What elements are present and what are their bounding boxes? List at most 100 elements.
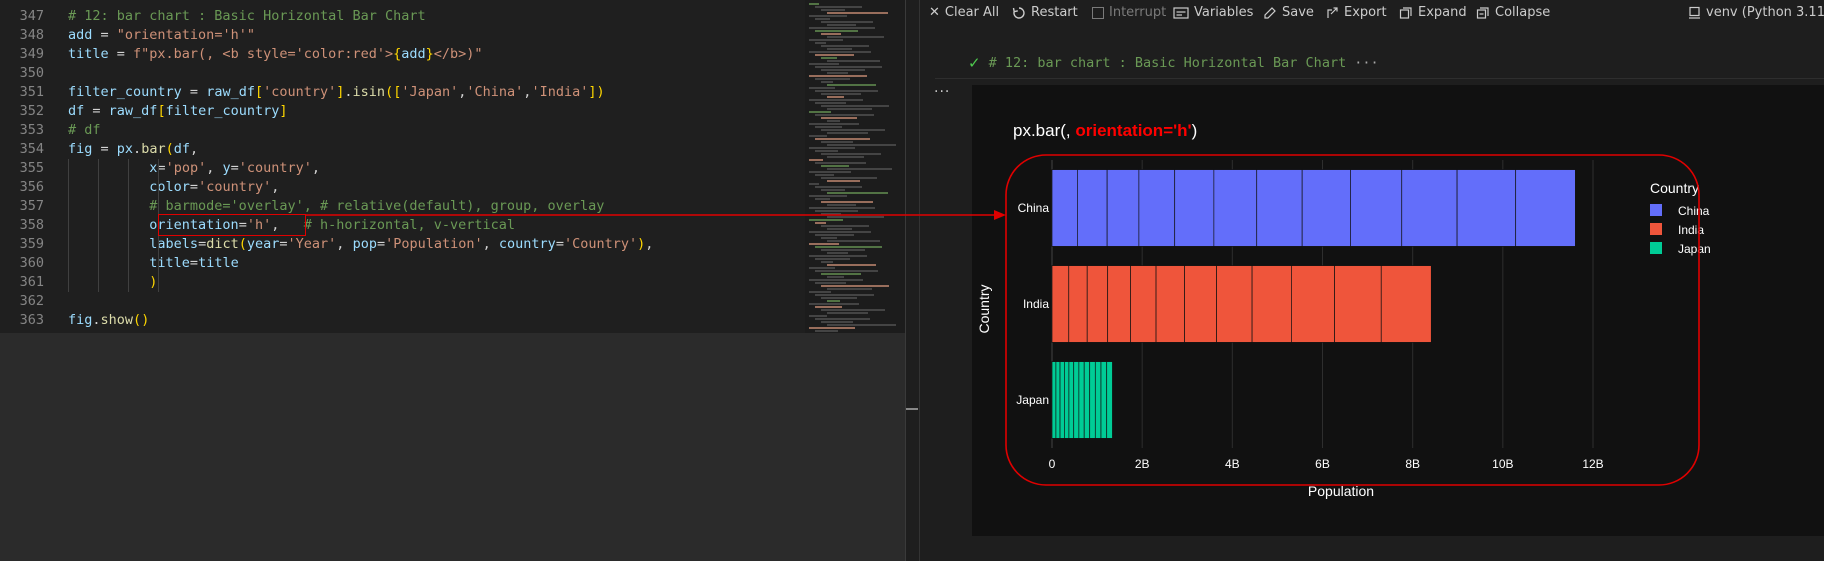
code-text: labels=dict(year='Year', pop='Population… (149, 236, 654, 252)
code-line[interactable]: 357 # barmode='overlay', # relative(defa… (0, 197, 800, 216)
line-number: 355 (19, 160, 44, 176)
code-line[interactable]: 354 fig = px.bar(df, (0, 140, 800, 159)
minimap-line (815, 330, 838, 332)
code-line[interactable]: 361 ) (0, 273, 800, 292)
bar-segment (1456, 169, 1517, 247)
restart-icon (1012, 6, 1025, 19)
collapse-button[interactable]: Collapse (1476, 5, 1550, 20)
minimap-line (815, 246, 882, 248)
code-line[interactable]: 348 add = "orientation='h'" (0, 26, 800, 45)
code-line[interactable]: 352 df = raw_df[filter_country] (0, 102, 800, 121)
minimap-line (809, 183, 819, 185)
minimap-line (827, 84, 876, 86)
chart-title-bold: orientation='h' (1075, 121, 1191, 140)
minimap-line (815, 54, 854, 56)
code-text: ) (149, 274, 158, 290)
minimap-line (821, 141, 853, 143)
minimap-line (821, 69, 865, 71)
minimap-line (815, 6, 862, 8)
plot-output[interactable]: px.bar(, orientation='h') 0 2B 4B 6B 8B 10B 12… (972, 85, 1824, 536)
indent-guide (98, 159, 99, 292)
minimap-line (815, 294, 874, 296)
chart-title-suffix: ) (1192, 121, 1198, 140)
restart-button[interactable]: Restart (1012, 5, 1078, 20)
minimap-line (821, 21, 873, 23)
minimap-line (827, 24, 856, 26)
line-number: 361 (19, 274, 44, 290)
highlight-box-orientation (158, 214, 306, 236)
code-line[interactable]: 347 # 12: bar chart : Basic Horizontal Ba… (0, 7, 800, 26)
minimap-line (809, 63, 839, 65)
minimap-line (821, 273, 861, 275)
code-line[interactable]: 363 fig.show() (0, 311, 800, 330)
minimap-line (815, 42, 826, 44)
expand-button[interactable]: Expand (1399, 5, 1467, 20)
minimap[interactable] (805, 0, 905, 333)
minimap-line (827, 204, 856, 206)
bar-segment (1100, 361, 1108, 439)
code-text: fig.show() (68, 312, 150, 328)
minimap-line (827, 228, 852, 230)
code-line[interactable]: 356 color='country', (0, 178, 800, 197)
legend-item-label[interactable]: Japan (1678, 242, 1711, 256)
kernel-label: venv (Python 3.11.1 (1706, 5, 1824, 20)
legend-item-label[interactable]: India (1678, 223, 1704, 237)
bar-segment (1055, 361, 1061, 439)
minimap-line (821, 9, 845, 11)
x-tick-label: 10B (1492, 457, 1513, 471)
line-number: 363 (19, 312, 44, 328)
minimap-line (809, 195, 847, 197)
save-button[interactable]: Save (1263, 5, 1314, 20)
y-axis-label: Country (976, 284, 992, 333)
more-icon[interactable]: ··· (1354, 55, 1378, 71)
minimap-line (815, 18, 830, 20)
legend-swatch (1650, 242, 1662, 254)
variables-label: Variables (1194, 5, 1254, 20)
variables-button[interactable]: Variables (1173, 5, 1253, 20)
minimap-line (827, 312, 868, 314)
code-text: title = f"px.bar(, <b style='color:red'>… (68, 46, 483, 62)
minimap-line (821, 321, 853, 323)
minimap-line (809, 207, 875, 209)
minimap-line (809, 327, 855, 329)
interrupt-button[interactable]: Interrupt (1092, 5, 1166, 20)
code-line[interactable]: 360 title=title (0, 254, 800, 273)
editor-empty-area (0, 333, 905, 561)
kernel-picker[interactable]: venv (Python 3.11.1 (1688, 5, 1824, 20)
legend[interactable]: Country China India Japan (1650, 180, 1711, 256)
minimap-line (815, 30, 858, 32)
y-tick-label: China (1018, 201, 1050, 215)
minimap-line (809, 315, 827, 317)
code-line[interactable]: 358 orientation='h', # h-horizontal, v-v… (0, 216, 800, 235)
minimap-line (815, 90, 878, 92)
indent-guide (128, 159, 129, 292)
cell-output-menu-icon[interactable]: ··· (934, 84, 950, 100)
minimap-line (827, 96, 844, 98)
code-line[interactable]: 359 labels=dict(year='Year', pop='Popula… (0, 235, 800, 254)
bar-segment (1094, 361, 1102, 439)
pane-separator[interactable] (905, 0, 906, 561)
minimap-line (821, 45, 869, 47)
sash-handle[interactable] (906, 408, 918, 410)
code-line[interactable]: 355 x='pop', y='country', (0, 159, 800, 178)
clear-all-button[interactable]: ✕ Clear All (929, 5, 999, 20)
minimap-line (827, 108, 872, 110)
legend-item-label[interactable]: China (1678, 204, 1710, 218)
code-line[interactable]: 349 title = f"px.bar(, <b style='color:re… (0, 45, 800, 64)
bar-segment (1083, 361, 1091, 439)
minimap-line (815, 114, 874, 116)
cell-header[interactable]: ✓ # 12: bar chart : Basic Horizontal Bar… (968, 52, 1379, 74)
bar-chart[interactable]: px.bar(, orientation='h') 0 2B 4B 6B 8B 10B 12… (972, 85, 1824, 536)
minimap-line (815, 138, 870, 140)
code-editor[interactable]: 347 # 12: bar chart : Basic Horizontal Ba… (0, 0, 905, 333)
code-line[interactable]: 350 (0, 64, 800, 83)
line-number: 356 (19, 179, 44, 195)
minimap-line (827, 276, 844, 278)
line-number: 360 (19, 255, 44, 271)
code-line[interactable]: 362 (0, 292, 800, 311)
export-button[interactable]: Export (1325, 5, 1387, 20)
chart-title-prefix: px.bar(, (1013, 121, 1075, 140)
code-line[interactable]: 353 # df (0, 121, 800, 140)
minimap-line (821, 189, 845, 191)
code-line[interactable]: 351 filter_country = raw_df['country'].is… (0, 83, 800, 102)
